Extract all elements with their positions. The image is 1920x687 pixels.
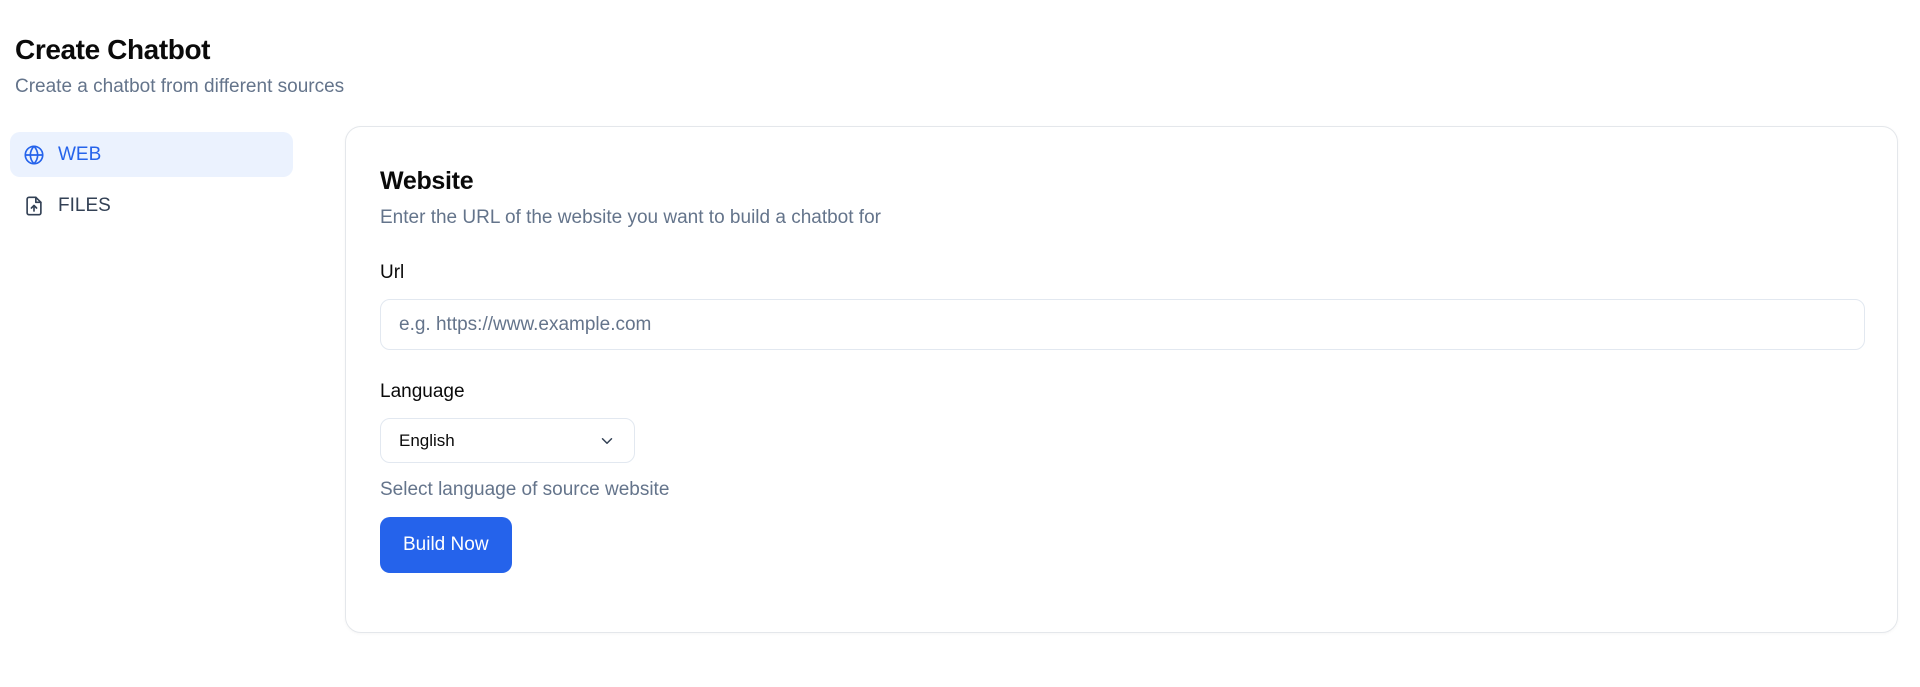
page-subtitle: Create a chatbot from different sources	[15, 76, 345, 97]
globe-icon	[22, 143, 46, 167]
url-label: Url	[380, 262, 405, 283]
source-sidebar: WEB FILES	[10, 132, 293, 234]
build-now-button[interactable]: Build Now	[380, 517, 512, 573]
language-label: Language	[380, 381, 465, 402]
create-chatbot-page: Create Chatbot Create a chatbot from dif…	[0, 0, 1920, 687]
language-select[interactable]: English	[380, 418, 635, 463]
sidebar-item-label: WEB	[58, 143, 102, 165]
sidebar-item-files[interactable]: FILES	[10, 183, 293, 228]
file-upload-icon	[22, 194, 46, 218]
sidebar-item-web[interactable]: WEB	[10, 132, 293, 177]
page-title: Create Chatbot	[15, 34, 211, 65]
language-selected-value: English	[399, 430, 455, 450]
page-header: Create Chatbot Create a chatbot from dif…	[15, 32, 344, 100]
card-title: Website	[380, 167, 474, 195]
chevron-down-icon	[598, 432, 616, 450]
language-help-text: Select language of source website	[380, 479, 670, 500]
url-input[interactable]	[380, 299, 1865, 350]
website-source-card: Website Enter the URL of the website you…	[345, 126, 1898, 633]
sidebar-item-label: FILES	[58, 194, 111, 216]
card-description: Enter the URL of the website you want to…	[380, 207, 881, 228]
